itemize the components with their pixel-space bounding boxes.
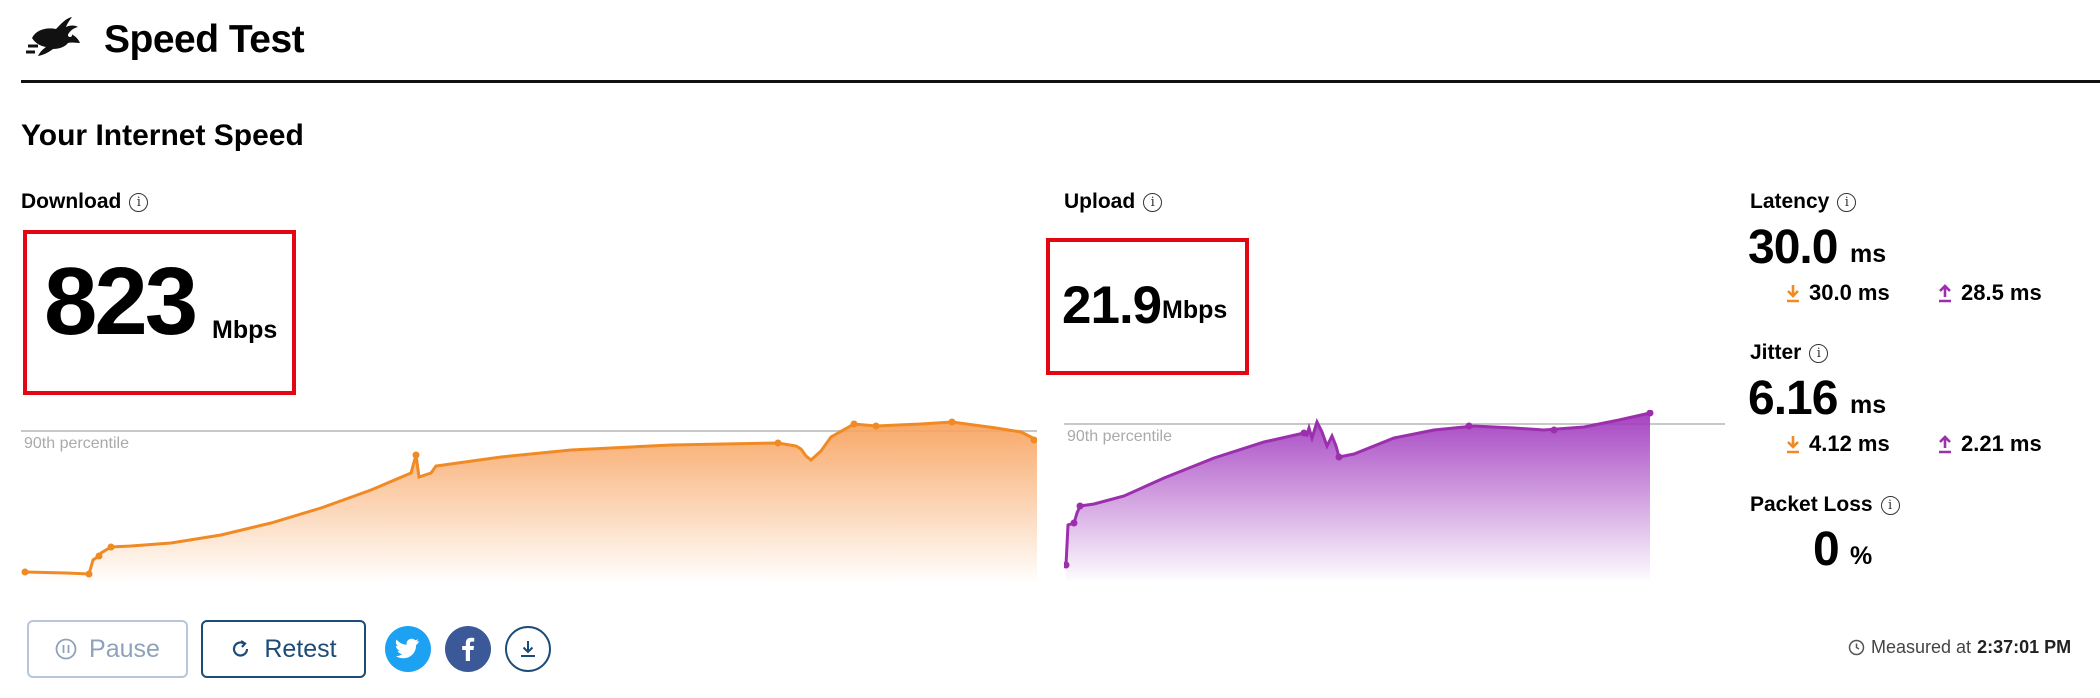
download-percentile-label: 90th percentile bbox=[24, 435, 129, 452]
jitter-download-value: 4.12 ms bbox=[1809, 431, 1890, 456]
jitter-label: Jitter i bbox=[1750, 340, 1829, 366]
latency-value: 30.0 bbox=[1748, 221, 1838, 274]
retest-button[interactable]: Retest bbox=[201, 620, 366, 678]
app-title: Speed Test bbox=[104, 18, 305, 61]
download-arrow-icon bbox=[1787, 436, 1799, 454]
retest-button-label: Retest bbox=[264, 634, 337, 663]
packet-loss-label: Packet Loss i bbox=[1750, 492, 1900, 518]
info-icon[interactable]: i bbox=[1143, 192, 1163, 212]
info-icon[interactable]: i bbox=[1809, 343, 1829, 363]
upload-arrow-icon bbox=[1939, 284, 1951, 303]
clock-icon bbox=[1848, 639, 1865, 655]
measured-at-prefix: Measured at bbox=[1871, 637, 1972, 657]
latency-label: Latency i bbox=[1750, 189, 1857, 215]
download-speed-unit: Mbps bbox=[212, 316, 278, 344]
header-divider bbox=[21, 80, 2100, 83]
packet-loss-unit: % bbox=[1850, 542, 1873, 570]
download-icon bbox=[521, 641, 535, 657]
latency-download: 30.0 ms bbox=[1785, 280, 1890, 306]
latency-unit: ms bbox=[1850, 240, 1887, 268]
download-arrow-icon bbox=[1787, 285, 1799, 303]
info-icon[interactable]: i bbox=[1837, 192, 1857, 212]
measured-at-time: 2:37:01 PM bbox=[1977, 637, 2072, 657]
download-speed-chart bbox=[21, 418, 1037, 580]
jitter-download: 4.12 ms bbox=[1785, 431, 1890, 457]
download-label: Download i bbox=[21, 189, 149, 215]
download-label-text: Download bbox=[21, 190, 122, 213]
latency-upload: 28.5 ms bbox=[1937, 280, 2042, 306]
jitter-label-text: Jitter bbox=[1750, 341, 1802, 364]
jitter-upload: 2.21 ms bbox=[1937, 431, 2042, 457]
facebook-icon bbox=[462, 637, 475, 661]
latency-label-text: Latency bbox=[1750, 190, 1830, 213]
upload-label-text: Upload bbox=[1064, 190, 1136, 213]
upload-label: Upload i bbox=[1064, 189, 1163, 215]
jitter-unit: ms bbox=[1850, 391, 1887, 419]
packet-loss-value: 0 bbox=[1813, 523, 1840, 576]
pause-button[interactable]: Pause bbox=[27, 620, 188, 678]
info-icon[interactable]: i bbox=[129, 192, 149, 212]
upload-speed-unit: Mbps bbox=[1162, 296, 1228, 324]
twitter-share-button[interactable] bbox=[385, 626, 431, 672]
section-title: Your Internet Speed bbox=[21, 119, 304, 152]
measured-at-timestamp: Measured at 2:37:01 PM bbox=[1848, 636, 2071, 658]
upload-arrow-icon bbox=[1939, 435, 1951, 454]
refresh-icon bbox=[233, 640, 249, 657]
twitter-icon bbox=[395, 638, 419, 659]
download-area bbox=[25, 422, 1037, 580]
upload-percentile-label: 90th percentile bbox=[1067, 428, 1172, 445]
download-speed-value: 823 bbox=[44, 248, 198, 355]
upload-speed-value: 21.9 bbox=[1062, 276, 1162, 335]
pause-icon bbox=[55, 638, 77, 660]
jitter-value: 6.16 bbox=[1748, 372, 1838, 425]
facebook-share-button[interactable] bbox=[445, 626, 491, 672]
info-icon[interactable]: i bbox=[1880, 495, 1900, 515]
jitter-upload-value: 2.21 ms bbox=[1961, 431, 2042, 456]
pause-button-label: Pause bbox=[89, 634, 160, 663]
latency-upload-value: 28.5 ms bbox=[1961, 280, 2042, 305]
packet-loss-label-text: Packet Loss bbox=[1750, 493, 1873, 516]
latency-download-value: 30.0 ms bbox=[1809, 280, 1890, 305]
download-results-button[interactable] bbox=[505, 626, 551, 672]
rabbit-logo-icon bbox=[26, 16, 86, 58]
